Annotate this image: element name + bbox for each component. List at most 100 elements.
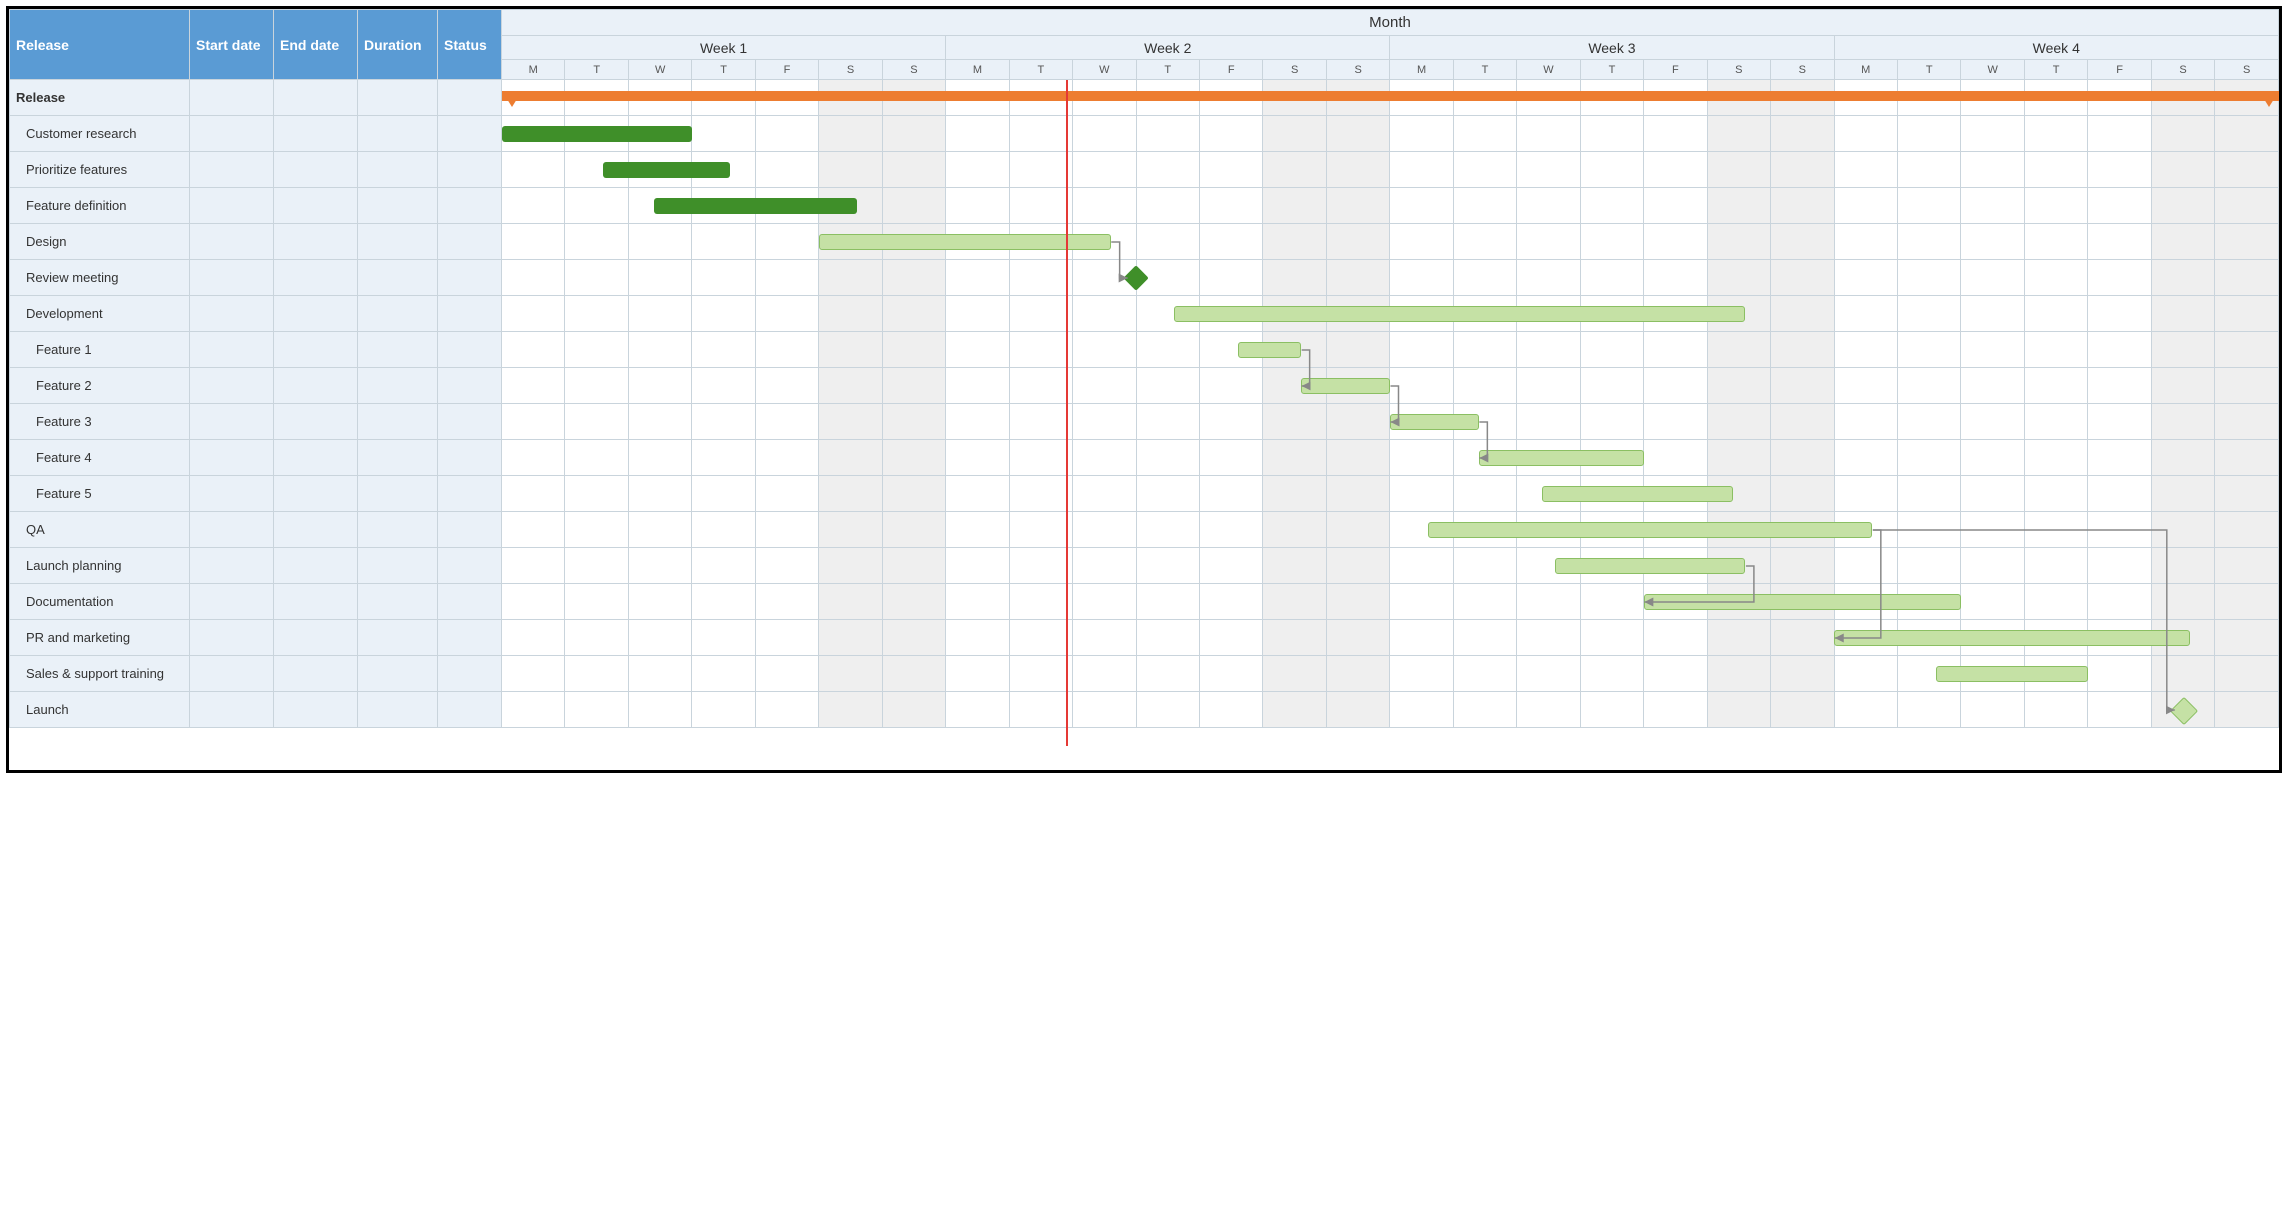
task-name-cell[interactable]: Design (10, 224, 190, 260)
meta-cell[interactable] (358, 368, 438, 404)
meta-cell[interactable] (274, 692, 358, 728)
meta-cell[interactable] (438, 188, 502, 224)
meta-cell[interactable] (358, 548, 438, 584)
gantt-day-cell (1009, 296, 1072, 332)
task-name-cell[interactable]: Feature 1 (10, 332, 190, 368)
meta-cell[interactable] (274, 188, 358, 224)
meta-cell[interactable] (190, 656, 274, 692)
meta-cell[interactable] (274, 584, 358, 620)
meta-cell[interactable] (190, 548, 274, 584)
meta-cell[interactable] (438, 296, 502, 332)
meta-cell[interactable] (438, 260, 502, 296)
meta-cell[interactable] (274, 296, 358, 332)
meta-cell[interactable] (438, 80, 502, 116)
meta-cell[interactable] (190, 152, 274, 188)
task-name-cell[interactable]: PR and marketing (10, 620, 190, 656)
meta-cell[interactable] (190, 224, 274, 260)
task-name-cell[interactable]: Launch (10, 692, 190, 728)
meta-cell[interactable] (190, 116, 274, 152)
meta-cell[interactable] (358, 692, 438, 728)
meta-cell[interactable] (274, 656, 358, 692)
task-name-cell[interactable]: Feature 2 (10, 368, 190, 404)
meta-cell[interactable] (438, 476, 502, 512)
task-name-cell[interactable]: Prioritize features (10, 152, 190, 188)
meta-cell[interactable] (274, 152, 358, 188)
gantt-day-cell (1073, 440, 1136, 476)
meta-cell[interactable] (438, 692, 502, 728)
gantt-day-cell (1961, 440, 2024, 476)
meta-cell[interactable] (190, 512, 274, 548)
meta-cell[interactable] (358, 152, 438, 188)
meta-cell[interactable] (358, 296, 438, 332)
meta-cell[interactable] (190, 584, 274, 620)
meta-cell[interactable] (358, 116, 438, 152)
meta-cell[interactable] (438, 620, 502, 656)
meta-cell[interactable] (358, 620, 438, 656)
meta-cell[interactable] (358, 476, 438, 512)
meta-cell[interactable] (190, 368, 274, 404)
meta-cell[interactable] (190, 692, 274, 728)
gantt-day-cell (819, 368, 882, 404)
task-name-cell[interactable]: Customer research (10, 116, 190, 152)
meta-cell[interactable] (358, 512, 438, 548)
meta-cell[interactable] (274, 512, 358, 548)
meta-cell[interactable] (190, 620, 274, 656)
meta-cell[interactable] (358, 404, 438, 440)
meta-cell[interactable] (438, 440, 502, 476)
meta-cell[interactable] (274, 440, 358, 476)
task-name-cell[interactable]: Launch planning (10, 548, 190, 584)
footer-blank (10, 728, 2279, 770)
meta-cell[interactable] (274, 80, 358, 116)
meta-cell[interactable] (358, 332, 438, 368)
meta-cell[interactable] (438, 404, 502, 440)
task-name-cell[interactable]: Feature 4 (10, 440, 190, 476)
meta-cell[interactable] (274, 332, 358, 368)
meta-cell[interactable] (358, 584, 438, 620)
meta-cell[interactable] (438, 152, 502, 188)
task-name-cell[interactable]: Feature 5 (10, 476, 190, 512)
meta-cell[interactable] (358, 188, 438, 224)
meta-cell[interactable] (358, 656, 438, 692)
meta-cell[interactable] (438, 584, 502, 620)
task-name-cell[interactable]: Sales & support training (10, 656, 190, 692)
gantt-day-cell (2215, 692, 2279, 728)
meta-cell[interactable] (358, 260, 438, 296)
meta-cell[interactable] (438, 512, 502, 548)
meta-cell[interactable] (274, 116, 358, 152)
meta-cell[interactable] (438, 548, 502, 584)
meta-cell[interactable] (190, 440, 274, 476)
meta-cell[interactable] (438, 332, 502, 368)
meta-cell[interactable] (438, 656, 502, 692)
meta-cell[interactable] (190, 296, 274, 332)
meta-cell[interactable] (358, 224, 438, 260)
task-name-cell[interactable]: Development (10, 296, 190, 332)
meta-cell[interactable] (190, 476, 274, 512)
gantt-day-cell (628, 548, 691, 584)
meta-cell[interactable] (274, 404, 358, 440)
gantt-day-cell (1644, 476, 1707, 512)
meta-cell[interactable] (190, 80, 274, 116)
task-name-cell[interactable]: Release (10, 80, 190, 116)
meta-cell[interactable] (274, 260, 358, 296)
meta-cell[interactable] (274, 548, 358, 584)
gantt-day-cell (1263, 188, 1326, 224)
gantt-day-cell (819, 80, 882, 116)
meta-cell[interactable] (358, 440, 438, 476)
meta-cell[interactable] (190, 260, 274, 296)
meta-cell[interactable] (438, 224, 502, 260)
meta-cell[interactable] (190, 404, 274, 440)
task-name-cell[interactable]: Feature 3 (10, 404, 190, 440)
task-name-cell[interactable]: Feature definition (10, 188, 190, 224)
meta-cell[interactable] (274, 620, 358, 656)
meta-cell[interactable] (438, 116, 502, 152)
meta-cell[interactable] (274, 224, 358, 260)
task-name-cell[interactable]: QA (10, 512, 190, 548)
task-name-cell[interactable]: Review meeting (10, 260, 190, 296)
meta-cell[interactable] (274, 476, 358, 512)
meta-cell[interactable] (190, 332, 274, 368)
task-name-cell[interactable]: Documentation (10, 584, 190, 620)
meta-cell[interactable] (190, 188, 274, 224)
meta-cell[interactable] (438, 368, 502, 404)
meta-cell[interactable] (358, 80, 438, 116)
meta-cell[interactable] (274, 368, 358, 404)
